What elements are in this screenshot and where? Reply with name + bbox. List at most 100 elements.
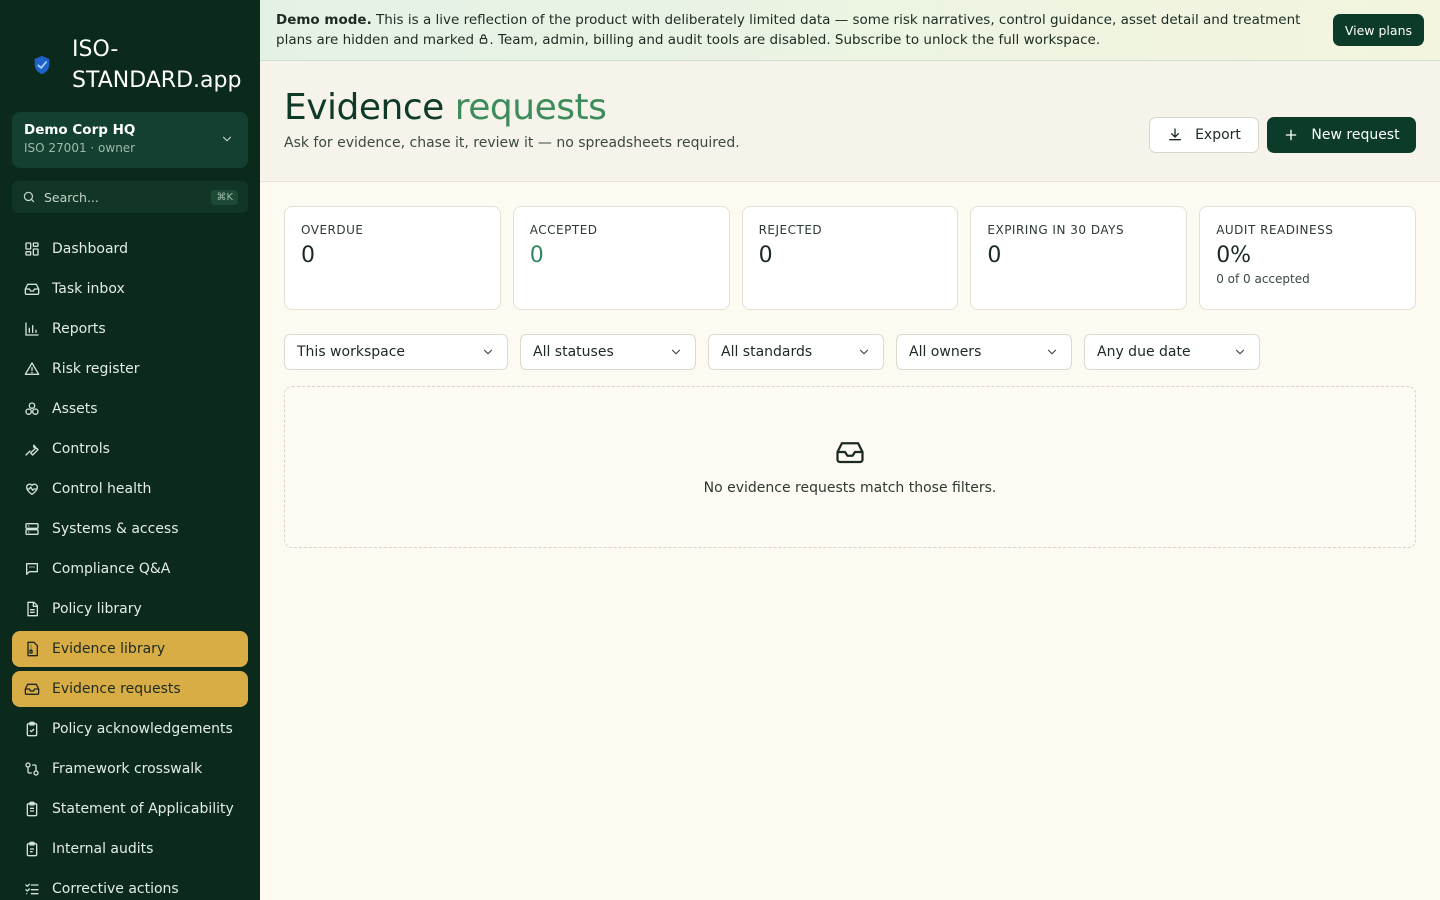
warning-icon [24, 362, 40, 375]
stat-note: 0 of 0 accepted [1216, 272, 1310, 286]
download-icon [1169, 128, 1182, 141]
export-button[interactable]: Export [1149, 117, 1259, 153]
sidebar-nav: Dashboard Task inbox Reports Risk regist… [12, 231, 248, 900]
dashboard-icon [25, 242, 39, 256]
sidebar-item-label: Task inbox [52, 281, 125, 297]
filter-value: All standards [721, 344, 813, 360]
boxes-icon [25, 402, 39, 415]
sidebar-item-dashboard[interactable]: Dashboard [12, 231, 248, 267]
sidebar-item-assets[interactable]: Assets [12, 391, 248, 427]
sidebar-item-label: Statement of Applicability [52, 801, 234, 817]
inbox-icon [24, 683, 40, 695]
new-request-button[interactable]: New request [1267, 117, 1416, 153]
sidebar-item-label: Evidence library [52, 641, 166, 657]
shortcut-badge: ⌘K [211, 189, 238, 205]
sidebar-item-statement-of-applicability[interactable]: Statement of Applicability [12, 791, 248, 827]
stat-value: 0 [301, 243, 315, 268]
due-date-filter[interactable]: Any due date [1084, 334, 1260, 370]
plus-icon [1286, 129, 1297, 141]
banner-message-end: . Team, admin, billing and audit tools a… [489, 32, 1101, 48]
sidebar-item-evidence-requests[interactable]: Evidence requests [12, 671, 248, 707]
lock-icon [480, 34, 488, 44]
sidebar-item-label: Risk register [52, 361, 140, 377]
inbox-icon [24, 283, 40, 295]
filter-value: All owners [909, 344, 982, 360]
sidebar-item-evidence-library[interactable]: Evidence library [12, 631, 248, 667]
sidebar-item-risk-register[interactable]: Risk register [12, 351, 248, 387]
app-name: ISO-STANDARD.app [72, 37, 242, 93]
workspace-switcher[interactable]: Demo Corp HQ ISO 27001 · owner [12, 112, 248, 168]
chevron-down-icon [483, 349, 493, 355]
search-icon [23, 191, 35, 203]
page-subtitle: Ask for evidence, chase it, review it — … [284, 135, 740, 151]
page-header: Evidence requests Ask for evidence, chas… [260, 61, 1440, 182]
workspace-name: Demo Corp HQ [24, 122, 136, 138]
server-icon [25, 523, 39, 535]
filter-value: This workspace [297, 344, 406, 360]
brand[interactable]: ISO-STANDARD.app [0, 0, 260, 104]
new-request-label: New request [1311, 127, 1400, 143]
stat-label: REJECTED [758, 223, 823, 237]
sidebar-item-policy-acknowledgements[interactable]: Policy acknowledgements [12, 711, 248, 747]
document-icon [27, 601, 38, 617]
sidebar-item-label: Evidence requests [52, 681, 181, 697]
sidebar-item-label: Policy library [52, 601, 142, 617]
filter-value: All statuses [533, 344, 614, 360]
file-archive-icon [27, 641, 38, 657]
sidebar-item-reports[interactable]: Reports [12, 311, 248, 347]
chevron-down-icon [222, 136, 232, 142]
standard-filter[interactable]: All standards [708, 334, 884, 370]
stat-label: OVERDUE [301, 223, 364, 237]
view-plans-button[interactable]: View plans [1332, 14, 1424, 46]
sidebar-item-policy-library[interactable]: Policy library [12, 591, 248, 627]
sidebar-item-label: Corrective actions [52, 881, 179, 897]
sidebar-item-label: Framework crosswalk [52, 761, 203, 777]
heart-pulse-icon [26, 483, 38, 495]
sidebar-item-label: Internal audits [52, 841, 154, 857]
clipboard-check-icon [26, 721, 38, 737]
search-input[interactable] [44, 189, 194, 205]
empty-state: No evidence requests match those filters… [284, 386, 1416, 548]
export-label: Export [1195, 127, 1241, 143]
stat-card-overdue: OVERDUE 0 [284, 206, 501, 310]
sidebar: ISO-STANDARD.app Demo Corp HQ ISO 27001 … [0, 0, 260, 900]
stat-label: ACCEPTED [529, 223, 598, 237]
bar-chart-icon [25, 322, 39, 336]
sidebar-item-corrective-actions[interactable]: Corrective actions [12, 871, 248, 900]
banner-strong: Demo mode. [276, 12, 372, 28]
stat-value: 0 [529, 243, 544, 268]
chevron-down-icon [671, 349, 681, 355]
workspace-subtitle: ISO 27001 · owner [24, 141, 136, 155]
page-title-part1: Evidence [284, 87, 455, 128]
workspace-filter[interactable]: This workspace [284, 334, 508, 370]
sidebar-item-control-health[interactable]: Control health [12, 471, 248, 507]
search-box[interactable]: ⌘K [12, 181, 248, 213]
clipboard-icon [26, 841, 38, 857]
sidebar-item-compliance-qa[interactable]: Compliance Q&A [12, 551, 248, 587]
owner-filter[interactable]: All owners [896, 334, 1072, 370]
stat-card-accepted: ACCEPTED 0 [512, 206, 730, 310]
inbox-icon [836, 442, 864, 464]
shield-logo-icon [24, 47, 60, 83]
stat-value: 0% [1216, 243, 1252, 268]
stat-value: 0 [987, 243, 1002, 268]
checklist-icon [25, 883, 39, 895]
clipboard-list-icon [26, 801, 38, 817]
sidebar-item-label: Controls [52, 441, 110, 457]
sidebar-item-task-inbox[interactable]: Task inbox [12, 271, 248, 307]
stat-card-expiring: EXPIRING IN 30 DAYS 0 [970, 206, 1188, 310]
stat-label: EXPIRING IN 30 DAYS [987, 223, 1125, 237]
stat-card-rejected: REJECTED 0 [741, 206, 959, 310]
sidebar-item-systems-access[interactable]: Systems & access [12, 511, 248, 547]
stat-label: AUDIT READINESS [1216, 223, 1334, 237]
page-title-part2: requests [454, 87, 607, 128]
sidebar-item-internal-audits[interactable]: Internal audits [12, 831, 248, 867]
stat-card-audit-readiness: AUDIT READINESS 0% 0 of 0 accepted [1199, 206, 1416, 310]
stat-value: 0 [758, 243, 773, 268]
status-filter[interactable]: All statuses [520, 334, 696, 370]
sidebar-item-framework-crosswalk[interactable]: Framework crosswalk [12, 751, 248, 787]
sidebar-item-controls[interactable]: Controls [12, 431, 248, 467]
filter-value: Any due date [1097, 344, 1191, 360]
sidebar-item-label: Assets [52, 401, 98, 417]
sidebar-item-label: Reports [52, 321, 106, 337]
